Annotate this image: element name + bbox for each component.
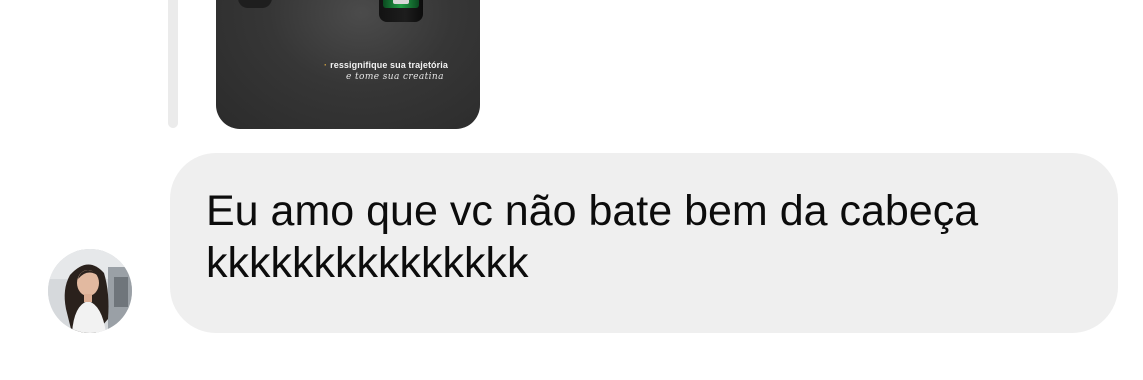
- story-reply-preview[interactable]: · ressignifique sua trajetória e tome sua…: [216, 0, 480, 129]
- sender-avatar[interactable]: [48, 249, 132, 333]
- avatar-photo: [48, 249, 132, 333]
- message-bubble[interactable]: Eu amo que vc não bate bem da cabeça kkk…: [170, 153, 1118, 333]
- story-caption-line2: e tome sua creatina: [346, 72, 444, 82]
- product-bottle-image: [238, 0, 272, 8]
- story-caption-line1: · ressignifique sua trajetória: [324, 60, 448, 70]
- message-text: Eu amo que vc não bate bem da cabeça kkk…: [206, 187, 979, 287]
- creatine-jar-image: [379, 0, 423, 22]
- reply-indicator-bar: [168, 0, 178, 128]
